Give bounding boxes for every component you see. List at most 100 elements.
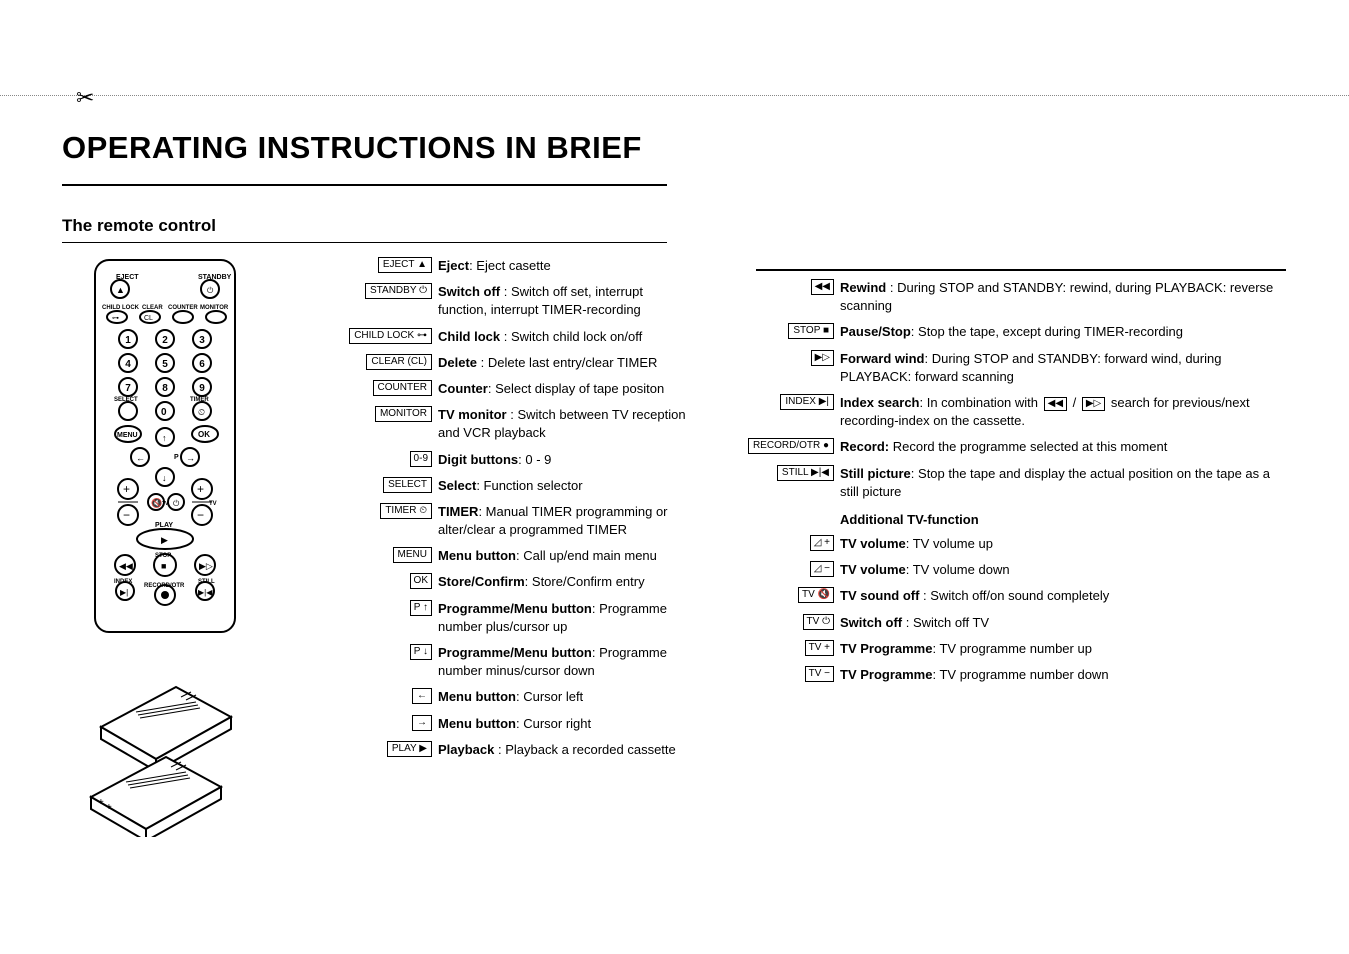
- svg-text:▲: ▲: [116, 285, 125, 295]
- svg-text:TV: TV: [162, 501, 169, 507]
- svg-text:MENU: MENU: [117, 432, 138, 439]
- ok-key: OK: [410, 573, 432, 589]
- svg-text:CLEAR: CLEAR: [142, 305, 163, 311]
- svg-text:4: 4: [125, 359, 131, 370]
- svg-text:🔇: 🔇: [151, 497, 162, 508]
- svg-text:7: 7: [125, 383, 131, 394]
- svg-text:PLAY: PLAY: [155, 522, 173, 529]
- digits-key: 0-9: [410, 451, 432, 467]
- index-key: INDEX ▶|: [780, 394, 834, 410]
- rewind-desc: Rewind : During STOP and STANDBY: rewind…: [840, 279, 1286, 315]
- svg-text:0: 0: [161, 407, 167, 418]
- rewind-key: ◀◀: [811, 279, 834, 295]
- svg-text:+: +: [123, 482, 130, 496]
- svg-text:▶: ▶: [161, 535, 168, 545]
- monitor-desc: TV monitor : Switch between TV reception…: [438, 406, 694, 442]
- tvoff-desc: Switch off : Switch off TV: [840, 614, 1286, 632]
- svg-text:▶|◀: ▶|◀: [198, 588, 213, 597]
- childlock-key: CHILD LOCK ⊶: [349, 328, 432, 344]
- svg-text:+: +: [106, 802, 112, 813]
- svg-text:+: +: [98, 797, 104, 808]
- mute-key: TV 🔇: [798, 587, 834, 603]
- right-column-rule: [756, 269, 1286, 271]
- title-underline: [62, 184, 667, 186]
- tvdown-desc: TV Programme: TV programme number down: [840, 666, 1286, 684]
- menu-desc: Menu button: Call up/end main menu: [438, 547, 694, 565]
- tvup-key: TV +: [805, 640, 834, 656]
- svg-text:CL: CL: [144, 315, 153, 322]
- counter-key: COUNTER: [373, 380, 432, 396]
- eject-key: EJECT ▲: [378, 257, 432, 273]
- svg-text:↓: ↓: [162, 473, 167, 483]
- childlock-desc: Child lock : Switch child lock on/off: [438, 328, 694, 346]
- select-desc: Select: Function selector: [438, 477, 694, 495]
- standby-desc: Switch off : Switch off set, interrupt f…: [438, 283, 694, 319]
- svg-text:⊶: ⊶: [112, 315, 119, 322]
- svg-text:−: −: [123, 508, 130, 522]
- pdn-key: P ↓: [410, 644, 432, 660]
- svg-text:9: 9: [199, 383, 205, 394]
- svg-text:5: 5: [162, 359, 168, 370]
- pdn-desc: Programme/Menu button: Programme number …: [438, 644, 694, 680]
- still-key: STILL ▶|◀: [777, 465, 834, 481]
- pup-key: P ↑: [410, 600, 432, 616]
- left-desc: Menu button: Cursor left: [438, 688, 694, 706]
- svg-text:←: ←: [136, 453, 145, 463]
- svg-text:→: →: [186, 453, 195, 463]
- ff-key: ▶▷: [811, 350, 834, 366]
- counter-desc: Counter: Select display of tape positon: [438, 380, 694, 398]
- play-key: PLAY ▶: [387, 741, 432, 757]
- voldown-desc: TV volume: TV volume down: [840, 561, 1286, 579]
- pup-desc: Programme/Menu button: Programme number …: [438, 600, 694, 636]
- right-key: →: [412, 715, 432, 731]
- svg-text:OK: OK: [198, 430, 210, 439]
- additional-tv-heading: Additional TV-function: [840, 511, 1286, 529]
- svg-text:TV: TV: [209, 501, 217, 507]
- cut-line: [0, 95, 1349, 96]
- ff-icon: ▶▷: [1082, 397, 1105, 411]
- scissors-icon: ✂: [76, 85, 94, 111]
- svg-text:−: −: [197, 508, 204, 522]
- clear-desc: Delete : Delete last entry/clear TIMER: [438, 354, 694, 372]
- select-key: SELECT: [383, 477, 432, 493]
- clear-key: CLEAR (CL): [366, 354, 432, 370]
- svg-text:▶|: ▶|: [120, 588, 128, 597]
- ff-desc: Forward wind: During STOP and STANDBY: f…: [840, 350, 1286, 386]
- svg-text:⏻: ⏻: [207, 286, 214, 295]
- svg-text:8: 8: [162, 383, 168, 394]
- svg-text:CHILD LOCK: CHILD LOCK: [102, 305, 140, 311]
- monitor-key: MONITOR: [375, 406, 432, 422]
- page-title: OPERATING INSTRUCTIONS IN BRIEF: [62, 130, 1312, 166]
- digits-desc: Digit buttons: 0 - 9: [438, 451, 694, 469]
- index-desc: Index search: In combination with ◀◀ / ▶…: [840, 394, 1286, 430]
- right-desc: Menu button: Cursor right: [438, 715, 694, 733]
- svg-text:2: 2: [162, 335, 168, 346]
- tvup-desc: TV Programme: TV programme number up: [840, 640, 1286, 658]
- svg-text:▶▷: ▶▷: [199, 561, 213, 571]
- svg-text:P: P: [174, 454, 179, 461]
- svg-text:+: +: [197, 482, 204, 496]
- remote-control-illustration: EJECT STANDBY ▲ ⏻ CHILD LOCK CLEAR COUNT…: [90, 257, 240, 637]
- stop-desc: Pause/Stop: Stop the tape, except during…: [840, 323, 1286, 341]
- standby-key: STANDBY ⏻: [365, 283, 432, 299]
- left-key: ←: [412, 688, 432, 704]
- menu-key: MENU: [393, 547, 432, 563]
- cassette-illustration: + +: [86, 667, 246, 837]
- timer-desc: TIMER: Manual TIMER programming or alter…: [438, 503, 694, 539]
- svg-text:⏻: ⏻: [173, 499, 180, 508]
- section-remote-control: The remote control: [62, 216, 1312, 236]
- timer-key: TIMER ⏲: [380, 503, 432, 519]
- rewind-icon: ◀◀: [1044, 397, 1067, 411]
- svg-text:↑: ↑: [162, 433, 167, 443]
- voldown-key: ◿ −: [810, 561, 834, 577]
- still-desc: Still picture: Stop the tape and display…: [840, 465, 1286, 501]
- record-desc: Record: Record the programme selected at…: [840, 438, 1286, 456]
- svg-text:6: 6: [199, 359, 205, 370]
- svg-text:3: 3: [199, 335, 205, 346]
- svg-text:◀◀: ◀◀: [119, 561, 133, 571]
- tvoff-key: TV ⏻: [803, 614, 834, 630]
- svg-text:STANDBY: STANDBY: [198, 274, 232, 281]
- svg-text:1: 1: [125, 335, 131, 346]
- eject-desc: Eject: Eject casette: [438, 257, 694, 275]
- play-desc: Playback : Playback a recorded cassette: [438, 741, 694, 759]
